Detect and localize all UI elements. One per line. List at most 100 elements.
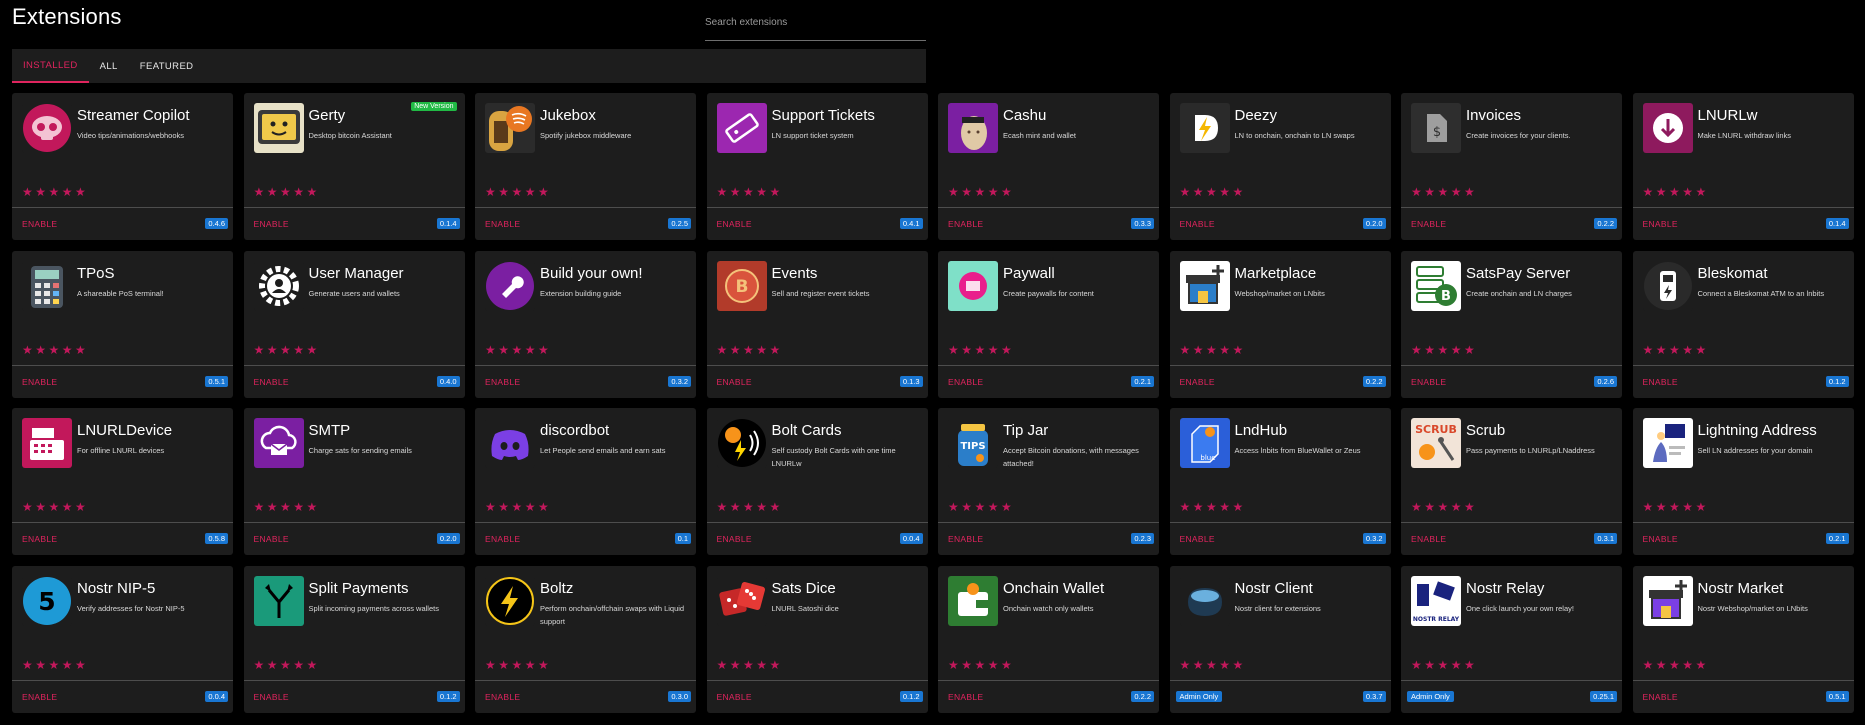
enable-button[interactable]: ENABLE: [948, 377, 983, 387]
rating-stars[interactable]: ★★★★★: [717, 343, 783, 357]
rating-stars[interactable]: ★★★★★: [1180, 343, 1246, 357]
extension-card-paywall[interactable]: Paywall Create paywalls for content ★★★★★ E…: [938, 250, 1159, 398]
rating-stars[interactable]: ★★★★★: [254, 343, 320, 357]
extension-card-support-tickets[interactable]: Support Tickets LN support ticket system ★…: [706, 93, 928, 240]
enable-button[interactable]: ENABLE: [948, 692, 983, 702]
rating-stars[interactable]: ★★★★★: [485, 500, 551, 514]
enable-button[interactable]: ENABLE: [1411, 534, 1446, 544]
enable-button[interactable]: ENABLE: [717, 534, 752, 544]
extension-card-split-payments[interactable]: Split Payments Split incoming payments ac…: [243, 565, 465, 713]
rating-stars[interactable]: ★★★★★: [485, 658, 551, 672]
rating-stars[interactable]: ★★★★★: [22, 343, 88, 357]
extension-card-deezy[interactable]: Deezy LN to onchain, onchain to LN swaps ★…: [1169, 93, 1391, 240]
enable-button[interactable]: ENABLE: [1180, 219, 1215, 229]
extension-card-build-your-own[interactable]: Build your own! Extension building guide ★…: [475, 250, 696, 398]
rating-stars[interactable]: ★★★★★: [1180, 500, 1246, 514]
rating-stars[interactable]: ★★★★★: [948, 500, 1014, 514]
rating-stars[interactable]: ★★★★★: [254, 500, 320, 514]
extension-card-bolt-cards[interactable]: Bolt Cards Self custody Bolt Cards with o…: [706, 408, 928, 555]
rating-stars[interactable]: ★★★★★: [1180, 185, 1246, 199]
rating-stars[interactable]: ★★★★★: [717, 185, 783, 199]
rating-stars[interactable]: ★★★★★: [1643, 343, 1709, 357]
enable-button[interactable]: ENABLE: [22, 692, 57, 702]
enable-button[interactable]: ENABLE: [254, 692, 289, 702]
tab-installed[interactable]: INSTALLED: [12, 49, 89, 83]
rating-stars[interactable]: ★★★★★: [1643, 185, 1709, 199]
extension-card-nostr-market[interactable]: Nostr Market Nostr Webshop/market on LNbi…: [1632, 565, 1854, 713]
rating-stars[interactable]: ★★★★★: [1411, 185, 1477, 199]
extension-card-lightning-address[interactable]: Lightning Address Sell LN addresses for y…: [1632, 408, 1854, 555]
rating-stars[interactable]: ★★★★★: [254, 185, 320, 199]
extension-card-jukebox[interactable]: Jukebox Spotify jukebox middleware ★★★★★ EN…: [475, 93, 696, 240]
extension-card-bleskomat[interactable]: Bleskomat Connect a Bleskomat ATM to an l…: [1632, 250, 1854, 398]
extension-card-gerty[interactable]: Gerty Desktop bitcoin Assistant New Versio…: [243, 93, 465, 240]
rating-stars[interactable]: ★★★★★: [22, 658, 88, 672]
tab-all[interactable]: ALL: [89, 49, 129, 83]
shop-icon: [1179, 260, 1230, 311]
extension-card-boltz[interactable]: Boltz Perform onchain/offchain swaps with…: [475, 565, 696, 713]
extension-card-user-manager[interactable]: User Manager Generate users and wallets ★★…: [243, 250, 465, 398]
extension-card-scrub[interactable]: SCRUB Scrub Pass payments to LNURLp/LNaddr…: [1401, 408, 1622, 555]
rating-stars[interactable]: ★★★★★: [948, 658, 1014, 672]
enable-button[interactable]: ENABLE: [22, 534, 57, 544]
rating-stars[interactable]: ★★★★★: [254, 658, 320, 672]
extension-card-tpos[interactable]: TPoS A shareable PoS terminal! ★★★★★ ENABLE…: [12, 250, 233, 398]
enable-button[interactable]: ENABLE: [485, 377, 520, 387]
enable-button[interactable]: ENABLE: [717, 377, 752, 387]
rating-stars[interactable]: ★★★★★: [1411, 658, 1477, 672]
extension-card-satspay-server[interactable]: B SatsPay Server Create onchain and LN cha…: [1401, 250, 1622, 398]
extension-card-smtp[interactable]: SMTP Charge sats for sending emails ★★★★★ E…: [243, 408, 465, 555]
extension-card-events[interactable]: B Events Sell and register event tickets ★★…: [706, 250, 928, 398]
extension-card-nostr-nip-5[interactable]: 5 Nostr NIP-5 Verify addresses for Nostr N…: [12, 565, 233, 713]
extension-card-streamer-copilot[interactable]: Streamer Copilot Video tips/animations/we…: [12, 93, 233, 240]
enable-button[interactable]: ENABLE: [1180, 534, 1215, 544]
rating-stars[interactable]: ★★★★★: [1643, 500, 1709, 514]
enable-button[interactable]: ENABLE: [254, 534, 289, 544]
enable-button[interactable]: ENABLE: [1643, 692, 1678, 702]
enable-button[interactable]: ENABLE: [485, 692, 520, 702]
enable-button[interactable]: ENABLE: [254, 377, 289, 387]
extension-card-tip-jar[interactable]: TIPS Tip Jar Accept Bitcoin donations, wit…: [938, 408, 1159, 555]
extension-card-sats-dice[interactable]: Sats Dice LNURL Satoshi dice ★★★★★ ENABLE 0.…: [706, 565, 928, 713]
extension-card-lnurldevice[interactable]: LNURLDevice For offline LNURL devices ★★★★…: [12, 408, 233, 555]
rating-stars[interactable]: ★★★★★: [717, 658, 783, 672]
enable-button[interactable]: ENABLE: [717, 219, 752, 229]
enable-button[interactable]: ENABLE: [948, 534, 983, 544]
rating-stars[interactable]: ★★★★★: [485, 185, 551, 199]
enable-button[interactable]: ENABLE: [1643, 219, 1678, 229]
search-field[interactable]: [705, 10, 926, 41]
rating-stars[interactable]: ★★★★★: [485, 343, 551, 357]
enable-button[interactable]: ENABLE: [1643, 534, 1678, 544]
enable-button[interactable]: ENABLE: [254, 219, 289, 229]
extension-card-discordbot[interactable]: discordbot Let People send emails and ear…: [475, 408, 696, 555]
rating-stars[interactable]: ★★★★★: [1411, 343, 1477, 357]
enable-button[interactable]: ENABLE: [717, 692, 752, 702]
rating-stars[interactable]: ★★★★★: [22, 185, 88, 199]
extension-card-invoices[interactable]: $ Invoices Create invoices for your client…: [1401, 93, 1622, 240]
rating-stars[interactable]: ★★★★★: [948, 343, 1014, 357]
rating-stars[interactable]: ★★★★★: [22, 500, 88, 514]
rating-stars[interactable]: ★★★★★: [1411, 500, 1477, 514]
extension-card-cashu[interactable]: Cashu Ecash mint and wallet ★★★★★ ENABLE 0.3…: [938, 93, 1159, 240]
enable-button[interactable]: ENABLE: [485, 534, 520, 544]
rating-stars[interactable]: ★★★★★: [1180, 658, 1246, 672]
enable-button[interactable]: ENABLE: [948, 219, 983, 229]
enable-button[interactable]: ENABLE: [1411, 377, 1446, 387]
enable-button[interactable]: ENABLE: [1180, 377, 1215, 387]
rating-stars[interactable]: ★★★★★: [948, 185, 1014, 199]
enable-button[interactable]: ENABLE: [22, 377, 57, 387]
extension-card-lndhub[interactable]: blue LndHub Access lnbits from BlueWallet …: [1169, 408, 1391, 555]
tab-featured[interactable]: FEATURED: [129, 49, 205, 83]
rating-stars[interactable]: ★★★★★: [1643, 658, 1709, 672]
enable-button[interactable]: ENABLE: [1643, 377, 1678, 387]
rating-stars[interactable]: ★★★★★: [717, 500, 783, 514]
extension-card-lnurlw[interactable]: LNURLw Make LNURL withdraw links ★★★★★ ENAB…: [1632, 93, 1854, 240]
extension-card-nostr-client[interactable]: Nostr Client Nostr client for extensions ★…: [1169, 565, 1391, 713]
enable-button[interactable]: ENABLE: [485, 219, 520, 229]
search-input[interactable]: [705, 10, 926, 34]
enable-button[interactable]: ENABLE: [1411, 219, 1446, 229]
enable-button[interactable]: ENABLE: [22, 219, 57, 229]
extension-card-marketplace[interactable]: Marketplace Webshop/market on LNbits ★★★★★…: [1169, 250, 1391, 398]
extension-card-nostr-relay[interactable]: NOSTR RELAY Nostr Relay One click launch y…: [1401, 565, 1622, 713]
extension-card-onchain-wallet[interactable]: Onchain Wallet Onchain watch only wallets…: [938, 565, 1159, 713]
